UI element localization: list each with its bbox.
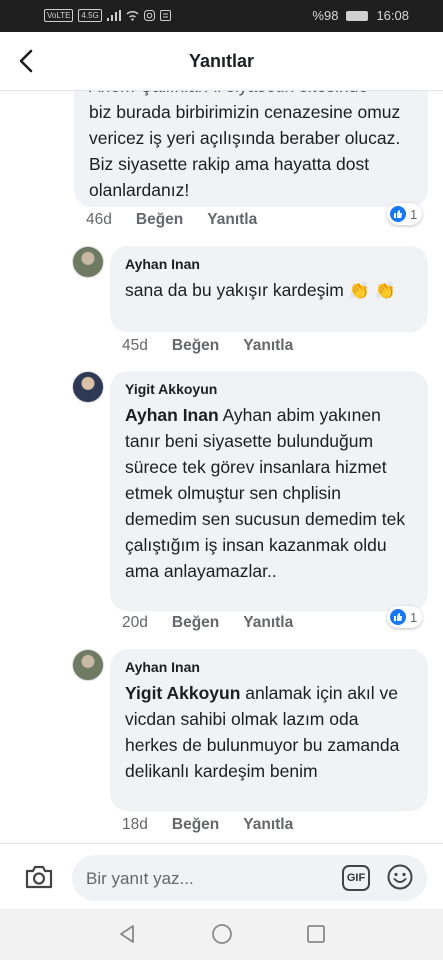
like-button[interactable]: Beğen: [172, 337, 219, 355]
app-header: Yanıtlar: [0, 32, 443, 91]
comment-author[interactable]: Yigit Akkoyun: [125, 381, 414, 397]
reaction-count[interactable]: 1: [387, 606, 423, 628]
avatar[interactable]: [72, 649, 104, 681]
system-nav-bar: [0, 909, 443, 960]
comment-bubble: Yigit Akkoyun Ayhan Inan Ayhan abim yakı…: [110, 371, 428, 611]
reply-button[interactable]: Yanıtla: [207, 211, 257, 229]
status-right: %98 16:08: [312, 8, 409, 23]
gif-icon[interactable]: GIF: [342, 865, 370, 891]
status-bar: VoLTE 4.5G %98 16:08: [0, 0, 443, 32]
comment-author[interactable]: Ayhan Inan: [125, 659, 414, 675]
comment-meta: 45d Beğen Yanıtla: [122, 337, 293, 355]
reply-input-placeholder: Bir yanıt yaz...: [86, 869, 194, 888]
like-icon: [390, 609, 406, 625]
reply-composer: Bir yanıt yaz... GIF: [0, 843, 443, 910]
reply-button[interactable]: Yanıtla: [243, 337, 293, 355]
like-button[interactable]: Beğen: [172, 816, 219, 834]
comment-text: biz burada birbirimizin cenazesine omuz …: [89, 102, 401, 200]
page-title: Yanıtlar: [188, 51, 255, 71]
comment-truncated-line: Ahem Çallınları il siyasetin sitesinde: [89, 91, 414, 99]
replies-list: Ahem Çallınları il siyasetin sitesinde b…: [0, 91, 443, 843]
comment-meta: 46d Beğen Yanıtla: [86, 211, 257, 229]
comment-bubble: Ayhan Inan sana da bu yakışır kardeşim 👏…: [110, 246, 428, 332]
notification-icon: [159, 10, 171, 21]
comment-text: sana da bu yakışır kardeşim 👏 👏: [125, 280, 396, 300]
signal-icon: [106, 10, 121, 21]
comment-meta: 18d Beğen Yanıtla: [122, 816, 293, 834]
reaction-count-value: 1: [410, 609, 418, 625]
wifi-icon: [126, 11, 139, 21]
avatar[interactable]: [72, 246, 104, 278]
clapping-hands-emoji: 👏 👏: [348, 281, 396, 300]
comment-bubble: Ahem Çallınları il siyasetin sitesinde b…: [74, 91, 428, 207]
like-button[interactable]: Beğen: [172, 614, 219, 632]
battery-icon: [346, 10, 369, 21]
battery-percent: %98: [312, 8, 339, 23]
network-icon: 4.5G: [78, 9, 102, 22]
comment-time: 46d: [86, 211, 112, 228]
status-left-icons: VoLTE 4.5G: [44, 9, 171, 22]
mention-link[interactable]: Yigit Akkoyun: [125, 683, 240, 703]
reply-button[interactable]: Yanıtla: [243, 614, 293, 632]
nav-recent-icon[interactable]: [305, 923, 327, 945]
comment-text: Ayhan Inan Ayhan abim yakınen tanır beni…: [125, 405, 406, 581]
like-icon: [390, 206, 406, 222]
nav-home-icon[interactable]: [211, 923, 233, 945]
camera-icon[interactable]: [24, 864, 54, 890]
reaction-count[interactable]: 1: [387, 203, 423, 225]
comment-author[interactable]: Ayhan Inan: [125, 256, 414, 272]
comment-meta: 20d Beğen Yanıtla: [122, 614, 293, 632]
volte-icon: VoLTE: [44, 9, 74, 22]
mention-link[interactable]: Ayhan Inan: [125, 405, 219, 425]
avatar[interactable]: [72, 371, 104, 403]
clock: 16:08: [376, 8, 409, 23]
nav-back-icon[interactable]: [116, 923, 138, 945]
instagram-icon: [143, 10, 155, 21]
reply-button[interactable]: Yanıtla: [243, 816, 293, 834]
reply-input[interactable]: Bir yanıt yaz... GIF: [72, 855, 427, 901]
like-button[interactable]: Beğen: [136, 211, 183, 229]
comment-time: 18d: [122, 816, 148, 833]
comment-text: Yigit Akkoyun anlamak için akıl ve vicda…: [125, 683, 400, 781]
comment-bubble: Ayhan Inan Yigit Akkoyun anlamak için ak…: [110, 649, 428, 811]
comment-time: 20d: [122, 614, 148, 631]
reaction-count-value: 1: [410, 206, 418, 222]
comment-time: 45d: [122, 337, 148, 354]
emoji-icon[interactable]: [387, 864, 413, 890]
